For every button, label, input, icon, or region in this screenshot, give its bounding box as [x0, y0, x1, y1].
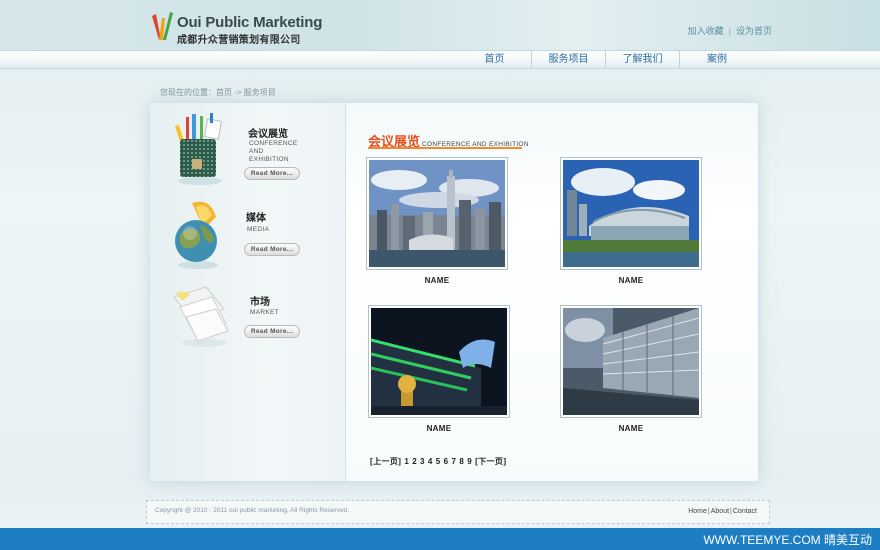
page-link[interactable]: 2: [412, 457, 417, 466]
page-link[interactable]: 7: [451, 457, 456, 466]
footer-link-about[interactable]: About: [711, 508, 729, 515]
glass-facade-photo: [563, 308, 699, 415]
footer: Copyright @ 2010 - 2011 oui public marke…: [146, 500, 770, 524]
nav-item-home[interactable]: 首页: [458, 51, 532, 69]
photo-name: NAME: [424, 276, 450, 285]
gallery-photo[interactable]: [368, 305, 510, 418]
gallery-item[interactable]: NAME: [368, 305, 510, 433]
sidebar-sub-line: MEDIA: [247, 226, 270, 233]
sidebar-sub-line: MARKET: [250, 309, 279, 316]
logo-mark-icon: [152, 12, 173, 40]
sidebar-item-market: 市场 MARKET Read More...: [170, 279, 340, 359]
page-link[interactable]: 5: [436, 457, 441, 466]
documents-icon: [173, 286, 229, 347]
globe-icon: [175, 201, 218, 269]
footer-link-home[interactable]: Home: [688, 508, 707, 515]
bottom-bar: WWW.TEEMYE.COM 晴美互动: [0, 528, 880, 550]
sidebar-sub-line: EXHIBITION: [249, 156, 289, 163]
page-link[interactable]: 3: [420, 457, 425, 466]
sidebar-sub-line: AND: [249, 148, 264, 155]
gallery-photo[interactable]: [560, 305, 702, 418]
convention-center-photo: [563, 160, 699, 267]
footer-separator: |: [730, 508, 732, 515]
prev-page-link[interactable]: [上一页]: [370, 457, 401, 466]
sidebar-title-market: 市场: [250, 297, 270, 308]
read-more-button[interactable]: Read More...: [244, 167, 300, 180]
gallery-photo[interactable]: [560, 157, 702, 270]
page-link[interactable]: 9: [467, 457, 472, 466]
breadcrumb: 您现在的位置：首页 -> 服务项目: [160, 88, 276, 97]
city-skyline-photo: [369, 160, 505, 267]
main-panel: 会议展览 CONFERENCE AND EXHIBITION Read More…: [150, 103, 758, 481]
sidebar-sub-line: CONFERENCE: [249, 140, 298, 147]
logo-text-en: Oui Public Marketing: [177, 14, 323, 31]
title-underline: [368, 147, 522, 149]
main-nav: 首页 服务项目 了解我们 案例: [0, 50, 880, 69]
photo-name: NAME: [618, 424, 644, 433]
gallery-item[interactable]: NAME: [560, 157, 702, 285]
copyright-text: Copyright @ 2010 - 2011 oui public marke…: [155, 507, 349, 514]
page-link[interactable]: 1: [404, 457, 409, 466]
watermark-text: WWW.TEEMYE.COM 晴美互动: [703, 533, 872, 547]
page-link[interactable]: 8: [459, 457, 464, 466]
gallery-item[interactable]: NAME: [366, 157, 508, 285]
footer-links: Home|About|Contact: [688, 508, 757, 515]
nav-item-about[interactable]: 了解我们: [606, 51, 680, 69]
night-building-photo: [371, 308, 507, 415]
sidebar-item-media: 媒体 MEDIA Read More...: [170, 195, 340, 275]
add-favorite-link[interactable]: 加入收藏: [688, 26, 724, 36]
footer-link-contact[interactable]: Contact: [733, 508, 757, 515]
page-link[interactable]: 6: [444, 457, 449, 466]
read-more-button[interactable]: Read More...: [244, 325, 300, 338]
nav-item-services[interactable]: 服务项目: [532, 51, 606, 69]
footer-separator: |: [707, 508, 710, 515]
pencil-cup-icon: [175, 113, 223, 185]
sidebar-title-media: 媒体: [246, 213, 266, 224]
logo[interactable]: Oui Public Marketing 成都升众营销策划有限公司: [150, 10, 322, 46]
read-more-button[interactable]: Read More...: [244, 243, 300, 256]
logo-text-cn: 成都升众营销策划有限公司: [177, 35, 301, 46]
nav-item-cases[interactable]: 案例: [680, 51, 754, 69]
photo-name: NAME: [426, 424, 452, 433]
pagination: [上一页] 1 2 3 4 5 6 7 8 9 [下一页]: [370, 456, 509, 467]
next-page-link[interactable]: [下一页]: [475, 457, 506, 466]
photo-name: NAME: [618, 276, 644, 285]
top-links-separator: |: [728, 26, 731, 36]
header: Oui Public Marketing 成都升众营销策划有限公司 加入收藏 | 设…: [0, 0, 880, 50]
sidebar: 会议展览 CONFERENCE AND EXHIBITION Read More…: [150, 103, 346, 481]
set-homepage-link[interactable]: 设为首页: [736, 26, 772, 36]
gallery-photo[interactable]: [366, 157, 508, 270]
sidebar-title-conference: 会议展览: [248, 129, 288, 140]
page-link[interactable]: 4: [428, 457, 433, 466]
gallery-item[interactable]: NAME: [560, 305, 702, 433]
sidebar-item-conference: 会议展览 CONFERENCE AND EXHIBITION Read More…: [170, 111, 340, 191]
top-links: 加入收藏 | 设为首页: [688, 24, 772, 37]
